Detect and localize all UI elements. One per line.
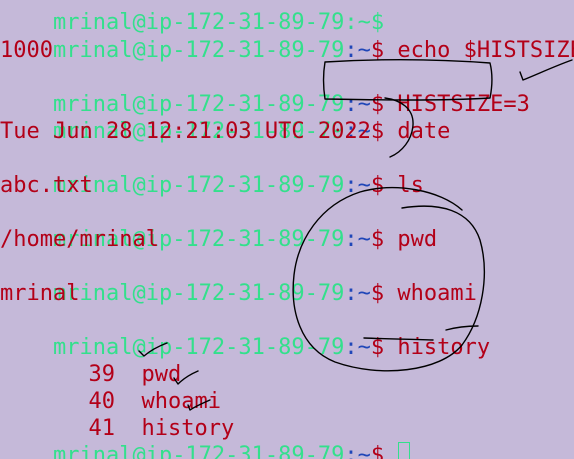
command-line-echo: mrinal@ip-172-31-89-79:~$ echo $HISTSIZE [0,10,574,63]
prompt-user-host: mrinal@ip-172-31-89-79 [52,281,345,306]
prompt-path: ~ [357,227,371,252]
command-text: echo $HISTSIZE [397,38,574,63]
command-line-date: mrinal@ip-172-31-89-79:~$ date [0,91,450,144]
output-line: /home/mrinal [0,227,159,252]
prompt-user-host: mrinal@ip-172-31-89-79 [52,173,345,198]
command-line-pwd: mrinal@ip-172-31-89-79:~$ pwd [0,199,437,252]
command-line-whoami: mrinal@ip-172-31-89-79:~$ whoami [0,253,477,306]
prompt-symbol: $ [370,227,398,252]
output-line: abc.txt [0,173,93,198]
output-line: mrinal [0,281,80,306]
command-text: ls [397,173,424,198]
command-text: date [397,119,451,144]
prompt-path: ~ [357,38,371,63]
command-line-history: mrinal@ip-172-31-89-79:~$ history [0,307,490,360]
prompt-separator: : [344,173,358,198]
history-entry: 41 history [0,388,234,441]
prompt-user-host: mrinal@ip-172-31-89-79 [52,38,345,63]
current-prompt-line[interactable]: mrinal@ip-172-31-89-79:~$ [0,415,411,459]
prompt-path: ~ [357,443,371,459]
text-cursor[interactable] [398,442,411,459]
terminal-window[interactable]: mrinal@ip-172-31-89-79:~$ mrinal@ip-172-… [0,0,574,459]
prompt-separator: : [344,38,358,63]
prompt-symbol: $ [370,335,398,360]
prompt-symbol: $ [370,119,398,144]
prompt-path: ~ [357,173,371,198]
prompt-symbol: $ [370,281,398,306]
prompt-path: ~ [357,335,371,360]
history-entry: 40 whoami [0,361,220,414]
prompt-separator: : [344,281,358,306]
history-entry: 39 pwd [0,334,181,387]
command-line-histsize: mrinal@ip-172-31-89-79:~$ HISTSIZE=3 [0,64,530,117]
command-line-ls: mrinal@ip-172-31-89-79:~$ ls [0,145,424,198]
command-text: whoami [397,281,477,306]
partial-prompt-line: mrinal@ip-172-31-89-79:~$ [0,0,384,35]
prompt-symbol: $ [370,443,398,459]
prompt-user-host: mrinal@ip-172-31-89-79 [52,443,345,459]
command-text: pwd [397,227,438,252]
command-text: history [397,335,491,360]
prompt-path: ~ [357,281,371,306]
prompt-separator: : [344,227,358,252]
output-line: 1000 [0,38,53,63]
prompt-separator: : [344,335,358,360]
prompt-symbol: $ [370,173,398,198]
prompt-symbol: $ [370,38,398,63]
prompt-separator: : [344,443,358,459]
output-line: Tue Jun 28 12:21:03 UTC 2022 [0,119,371,144]
